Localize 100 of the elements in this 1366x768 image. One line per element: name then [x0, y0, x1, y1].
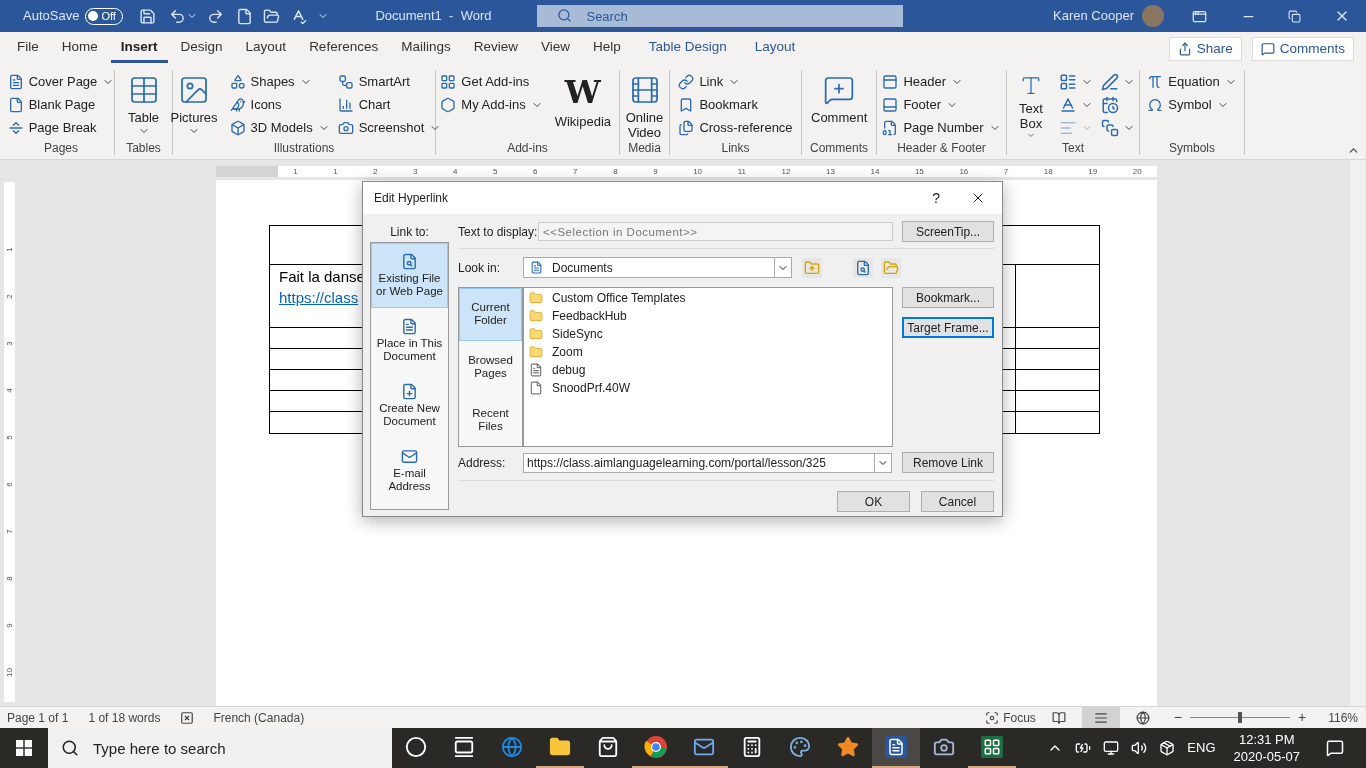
browse-tab[interactable]: Current Folder	[459, 288, 522, 341]
ribbon-button[interactable]: Text Box	[1011, 70, 1051, 140]
ribbon-tab[interactable]: Mailings	[391, 35, 461, 63]
scrollbar[interactable]	[1350, 160, 1366, 706]
zoom-out-button[interactable]: −	[1173, 707, 1182, 728]
ribbon-button[interactable]: My Add-ins	[440, 93, 543, 116]
box-icon[interactable]	[1159, 740, 1176, 756]
network-icon[interactable]	[1103, 740, 1120, 756]
target-frame-button[interactable]: Target Frame...	[902, 317, 994, 338]
look-in-dropdown[interactable]: Documents	[523, 257, 792, 278]
ribbon-tab[interactable]: Design	[170, 35, 233, 63]
ribbon-button[interactable]: Table	[123, 70, 164, 140]
redo-icon[interactable]	[207, 7, 225, 25]
ribbon-button[interactable]: 3D Models	[229, 116, 330, 139]
view-button[interactable]	[1081, 707, 1120, 728]
battery-icon[interactable]	[1075, 740, 1092, 756]
ribbon-button[interactable]: W Wikipedia	[550, 70, 615, 140]
ribbon-tab[interactable]: Table Design	[638, 35, 737, 63]
text-to-display-field[interactable]: <<Selection in Document>>	[538, 222, 893, 241]
clock-date[interactable]: 2020-05-07	[1233, 748, 1300, 765]
page-count[interactable]: Page 1 of 1	[7, 708, 69, 727]
browse-tab[interactable]: Recent Files	[459, 393, 522, 446]
ribbon-button[interactable]: Screenshot	[337, 116, 442, 139]
file-item[interactable]: Custom Office Templates	[524, 289, 892, 307]
notifications-icon[interactable]	[1326, 739, 1344, 757]
zoom-in-button[interactable]: +	[1298, 707, 1307, 728]
link-type-option[interactable]: E-mail Address	[371, 438, 448, 503]
file-item[interactable]: debug	[524, 361, 892, 379]
ribbon-button[interactable]: SmartArt	[337, 70, 442, 93]
ribbon-button[interactable]: Cross-reference	[678, 116, 793, 139]
ribbon-tab[interactable]: Layout	[744, 35, 806, 63]
ribbon-display-icon[interactable]	[1192, 8, 1207, 24]
ribbon-button[interactable]: Blank Page	[7, 93, 115, 116]
ruler-number: 8	[4, 576, 15, 581]
help-button[interactable]: ?	[932, 187, 940, 209]
bookmark-button[interactable]: Bookmark...	[902, 287, 994, 308]
windows-logo-icon[interactable]	[16, 740, 32, 756]
link-type-option[interactable]: Place in This Document	[371, 308, 448, 373]
restore-icon[interactable]	[1288, 9, 1301, 23]
ribbon-button[interactable]: Link	[678, 70, 793, 93]
ribbon-button[interactable]: Footer	[882, 93, 1001, 116]
language[interactable]: French (Canada)	[213, 708, 305, 727]
proofing-icon[interactable]	[180, 710, 195, 725]
ribbon-tab[interactable]: References	[299, 35, 389, 63]
browse-tab[interactable]: Browsed Pages	[459, 340, 522, 394]
ribbon-button[interactable]: Online Video	[621, 70, 668, 140]
web-search-icon[interactable]	[853, 257, 873, 278]
ruler-number: 3	[4, 341, 15, 346]
share-button[interactable]: Share	[1168, 37, 1242, 61]
ribbon-tab[interactable]: File	[7, 35, 49, 63]
zoom-percent[interactable]: 116%	[1328, 708, 1358, 727]
ribbon-button[interactable]: Get Add-ins	[440, 70, 543, 93]
undo-icon[interactable]	[169, 7, 187, 25]
clock-time[interactable]: 12:31 PM	[1238, 731, 1295, 748]
ribbon-button[interactable]: Shapes	[229, 70, 330, 93]
search-field[interactable]: Search	[537, 5, 904, 27]
comments-button[interactable]: Comments	[1251, 37, 1354, 61]
zoom-slider[interactable]	[1190, 712, 1290, 723]
focus-button[interactable]: Focus	[985, 708, 1036, 727]
volume-icon[interactable]	[1131, 740, 1148, 756]
ribbon-button[interactable]: Page Number	[882, 116, 1001, 139]
search-icon	[557, 8, 573, 23]
ribbon-button[interactable]: Cover Page	[7, 70, 115, 93]
ribbon-button[interactable]: Chart	[337, 93, 442, 116]
ribbon-button[interactable]: Symbol	[1147, 93, 1237, 116]
file-item[interactable]: Zoom	[524, 343, 892, 361]
ribbon-button[interactable]: Header	[882, 70, 1001, 93]
word-count[interactable]: 1 of 18 words	[88, 708, 161, 727]
ruler-number: 9	[653, 166, 658, 177]
ribbon-tab[interactable]: Insert	[110, 35, 168, 63]
ribbon-button[interactable]: Equation	[1147, 70, 1237, 93]
ribbon-tab[interactable]: Help	[583, 35, 631, 63]
link-type-option[interactable]: Existing File or Web Page	[371, 243, 448, 308]
camera-icon	[933, 736, 955, 758]
ribbon-button[interactable]: Icons	[229, 93, 330, 116]
ribbon-tab[interactable]: Review	[463, 35, 528, 63]
link-type-option[interactable]: Create New Document	[371, 373, 448, 438]
file-item[interactable]: FeedbackHub	[524, 307, 892, 325]
input-language[interactable]: ENG	[1187, 738, 1216, 758]
ok-button[interactable]: OK	[837, 491, 910, 512]
save-icon[interactable]	[139, 7, 157, 25]
ribbon-button[interactable]: Pictures	[166, 70, 222, 140]
ribbon-tab[interactable]: Layout	[235, 35, 297, 63]
open-folder-icon[interactable]	[263, 7, 281, 25]
file-item[interactable]: SideSync	[524, 325, 892, 343]
taskbar-search-field[interactable]: Type here to search	[48, 728, 392, 768]
cancel-button[interactable]: Cancel	[921, 491, 994, 512]
screentip-button[interactable]: ScreenTip...	[902, 221, 994, 242]
remove-link-button[interactable]: Remove Link	[902, 452, 994, 473]
ribbon-tab[interactable]: View	[530, 35, 580, 63]
ribbon-button[interactable]: Page Break	[7, 116, 115, 139]
taskbar-app[interactable]	[872, 728, 920, 768]
address-field[interactable]: https://class.aimlanguagelearning.com/portal/lesson/325	[523, 452, 892, 473]
zoom-slider-thumb[interactable]	[1238, 712, 1242, 723]
new-document-icon[interactable]	[236, 7, 254, 25]
ribbon-button[interactable]: Comment	[807, 70, 871, 140]
ribbon-button[interactable]: Bookmark	[678, 93, 793, 116]
ribbon-tab[interactable]: Home	[51, 35, 108, 63]
file-item[interactable]: SnoodPrf.40W	[524, 379, 892, 397]
hyperlink[interactable]: https://class	[279, 289, 359, 306]
